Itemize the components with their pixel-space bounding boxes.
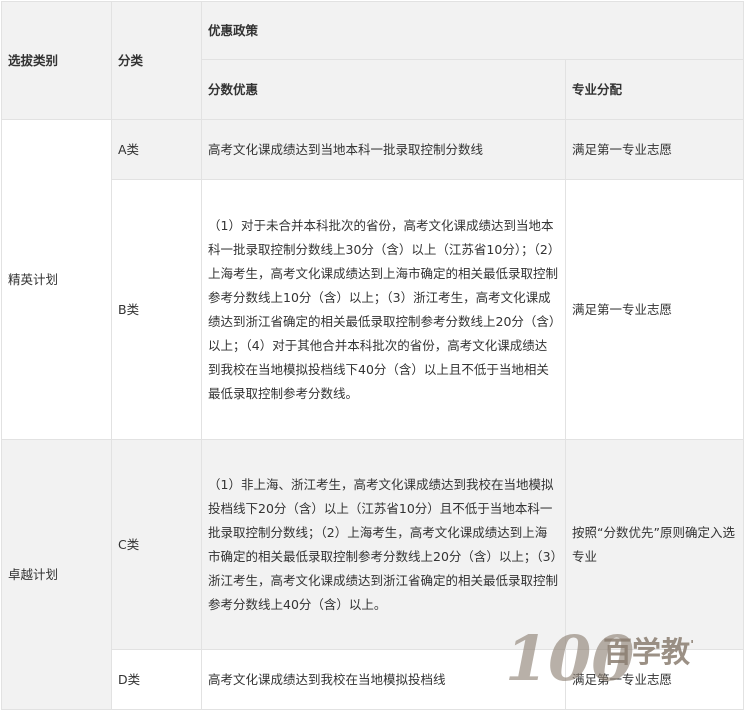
score-cell-c: （1）非上海、浙江考生，高考文化课成绩达到我校在当地模拟投档线下20分（含）以上… xyxy=(201,439,566,650)
header-major-policy: 专业分配 xyxy=(564,59,744,120)
major-cell-a: 满足第一专业志愿 xyxy=(564,119,744,180)
major-cell-b: 满足第一专业志愿 xyxy=(564,179,744,440)
header-policy: 优惠政策 xyxy=(200,1,744,60)
class-cell-a: A类 xyxy=(111,119,202,180)
header-category: 选拔类别 xyxy=(1,1,112,120)
header-score-policy: 分数优惠 xyxy=(201,59,566,120)
class-cell-d: D类 xyxy=(111,649,202,710)
class-cell-c: C类 xyxy=(111,439,202,650)
admission-policy-table: 选拔类别 分类 优惠政策 分数优惠 专业分配 精英计划 A类 高考文化课成绩达到… xyxy=(1,1,744,710)
score-cell-a: 高考文化课成绩达到当地本科一批录取控制分数线 xyxy=(201,119,566,180)
class-cell-b: B类 xyxy=(111,179,202,440)
major-cell-c: 按照“分数优先”原则确定入选专业 xyxy=(564,439,744,650)
score-cell-b: （1）对于未合并本科批次的省份，高考文化课成绩达到当地本科一批录取控制分数线上3… xyxy=(201,179,566,440)
score-cell-d: 高考文化课成绩达到我校在当地模拟投档线 xyxy=(201,649,566,710)
major-cell-d: 满足第一专业志愿 xyxy=(564,649,744,710)
plan-name-elite: 精英计划 xyxy=(1,119,112,440)
plan-name-excellence: 卓越计划 xyxy=(1,439,112,710)
header-class: 分类 xyxy=(111,1,202,120)
